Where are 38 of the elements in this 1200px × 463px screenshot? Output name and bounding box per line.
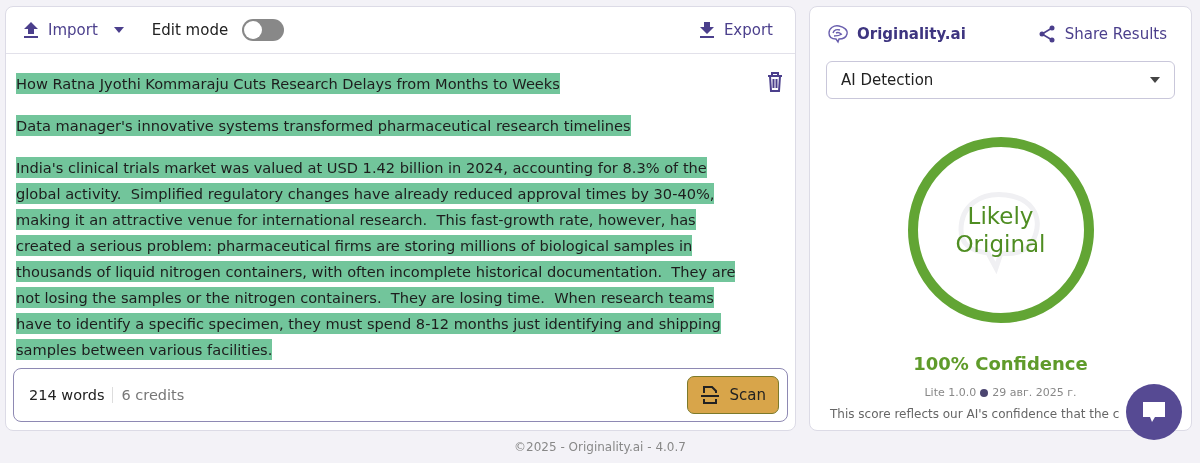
highlighted-text: created a serious problem: pharmaceutical firms are storing millions of biological samples in [16, 234, 693, 256]
verdict-text: Likely [967, 202, 1034, 230]
model-version: Lite 1.0.0 [924, 386, 977, 399]
trash-icon [767, 72, 783, 92]
highlighted-text: thousands of liquid nitrogen containers, with often incomplete historical documentation. They are [16, 260, 736, 282]
export-button[interactable]: Export [695, 17, 777, 43]
edit-mode-switch[interactable] [242, 19, 285, 41]
delete-button[interactable] [765, 70, 785, 94]
share-icon [1038, 25, 1055, 43]
score-description: This score reflects our AI's confidence that the c [830, 407, 1120, 421]
highlighted-text: making it an attractive venue for international research. This fast-growth rate, however, has [16, 208, 696, 230]
word-count: 214 words [29, 387, 114, 403]
footer-text: ©2025 - Originality.ai - 4.0.7 [513, 439, 687, 456]
separator-dot [980, 388, 989, 397]
import-button[interactable]: Import [20, 17, 128, 43]
chat-button[interactable] [1126, 384, 1182, 440]
highlighted-text: samples between various facilities. [16, 338, 273, 360]
highlighted-text: have to identify a specific specimen, they must spend 8-12 months just identifying and shipping [16, 312, 721, 334]
caret-icon [1150, 77, 1160, 83]
highlighted-text: not losing the samples or the nitrogen containers. They are losing time. When research teams [16, 286, 714, 308]
highlighted-text: India's clinical trials market was valued at USD 1.42 billion in 2024, accounting for 8.3% of the [16, 156, 707, 178]
upload-icon [24, 22, 38, 38]
verdict-text: Original [955, 230, 1046, 258]
highlighted-text: Data manager's innovative systems transformed pharmaceutical research timelines [16, 114, 631, 136]
confidence-score: 100% Confidence [913, 353, 1088, 374]
share-results-button[interactable]: Share Results [1034, 21, 1171, 47]
scan-button[interactable]: Scan [686, 376, 779, 414]
scan-date: 29 авг. 2025 г. [992, 386, 1077, 399]
credit-count: 6 credits [120, 387, 185, 403]
chat-icon [1142, 401, 1166, 423]
brand-name: Originality.ai [857, 25, 966, 43]
edit-mode-label: Edit mode [151, 21, 229, 39]
download-icon [699, 22, 714, 38]
detection-mode-dropdown[interactable]: AI Detection [826, 61, 1175, 99]
scan-icon [699, 385, 720, 405]
highlighted-text: global activity. Simplified regulatory changes have already reduced approval times by 30-40%, [16, 182, 715, 204]
highlighted-text: How Ratna Jyothi Kommaraju Cuts Research Delays from Months to Weeks [16, 72, 560, 94]
caret-icon [113, 27, 124, 33]
